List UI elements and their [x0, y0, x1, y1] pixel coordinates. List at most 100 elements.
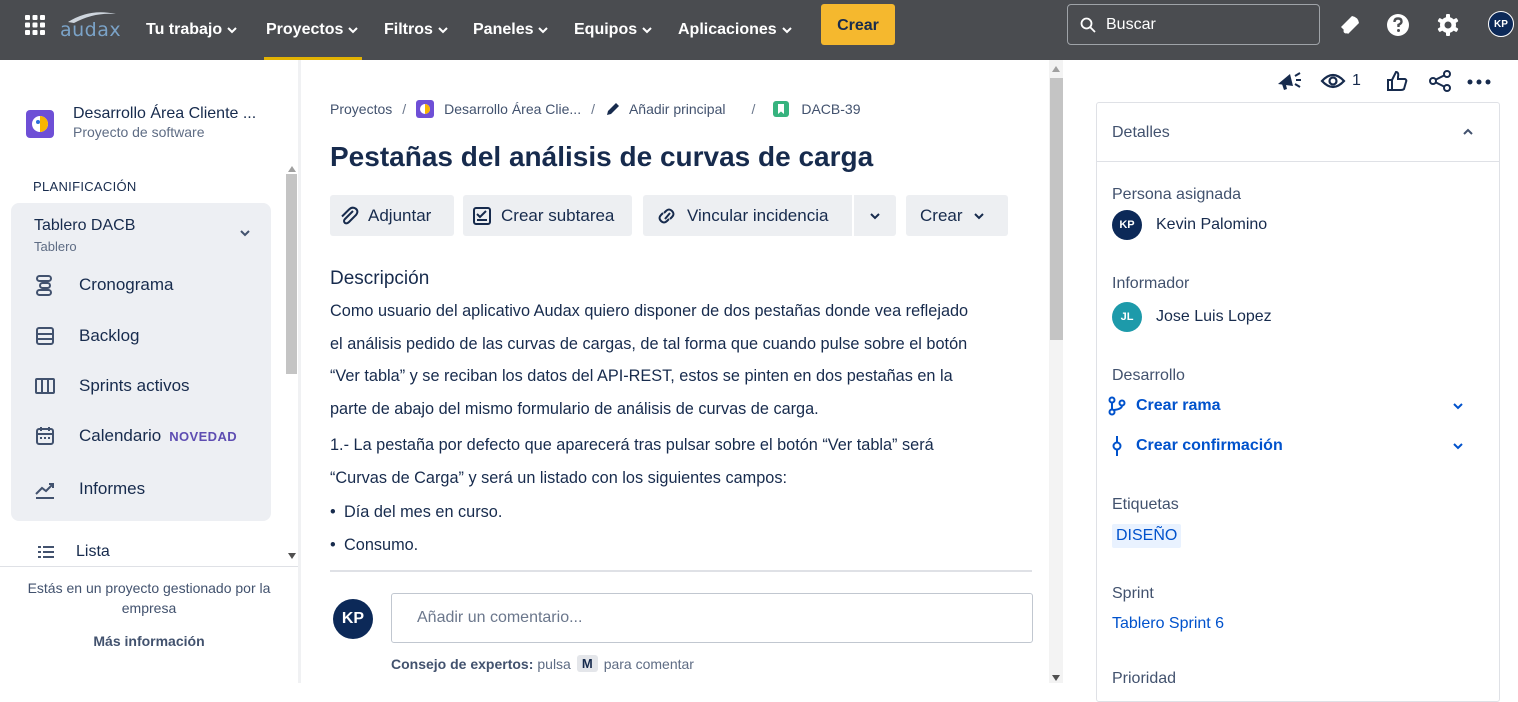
nav-equipos[interactable]: Equipos [574, 0, 652, 60]
create-commit-link[interactable]: Crear confirmación [1108, 434, 1283, 458]
subtask-label: Crear subtarea [501, 205, 615, 225]
top-navigation-bar: audax Tu trabajo Proyectos Filtros Panel… [0, 0, 1518, 60]
watch-button[interactable]: 1 [1320, 68, 1361, 94]
chevron-up-icon[interactable] [1462, 126, 1474, 138]
search-input[interactable]: Buscar [1067, 4, 1320, 45]
comment-input[interactable]: Añadir un comentario... [391, 593, 1033, 643]
nav-proyectos[interactable]: Proyectos [263, 0, 363, 60]
project-type: Proyecto de software [73, 124, 205, 140]
pencil-icon [606, 103, 619, 115]
sidebar-item-sprints[interactable]: Sprints activos [34, 371, 190, 401]
planning-section-heading: PLANIFICACIÓN [33, 179, 137, 194]
nav-paneles[interactable]: Paneles [473, 0, 549, 60]
sidebar-scrollbar-thumb[interactable] [286, 174, 297, 374]
sidebar-resize-handle[interactable] [298, 60, 301, 683]
create-subtask-button[interactable]: Crear subtarea [463, 195, 632, 236]
sprints-icon [35, 378, 55, 394]
chevron-down-icon [438, 27, 448, 34]
scroll-down-arrow-icon[interactable] [1052, 675, 1060, 681]
chevron-down-icon[interactable] [238, 226, 252, 240]
create-branch-link[interactable]: Crear rama [1108, 394, 1221, 418]
details-title: Detalles [1112, 124, 1170, 141]
search-placeholder: Buscar [1106, 15, 1156, 33]
sidebar-item-label: Lista [76, 543, 110, 560]
sidebar-item-backlog[interactable]: Backlog [34, 321, 139, 351]
vote-button[interactable] [1385, 68, 1409, 94]
assignee-field[interactable]: KP Kevin Palomino [1112, 210, 1267, 240]
description-paragraph: 1.- La pestaña por defecto que aparecerá… [330, 429, 1040, 494]
nav-label: Aplicaciones [678, 21, 777, 38]
story-icon [773, 101, 790, 117]
sidebar-item-lista[interactable]: Lista [38, 541, 110, 563]
sidebar-item-label: Informes [79, 479, 146, 498]
comment-divider [330, 570, 1032, 572]
nav-label: Equipos [574, 21, 638, 38]
pro-tip: Consejo de expertos: pulsa M para coment… [391, 655, 694, 672]
breadcrumb: Proyectos / Desarrollo Área Clie... / Añ… [330, 98, 861, 120]
description-paragraph: Como usuario del aplicativo Audax quiero… [330, 295, 1040, 425]
sidebar-item-cronograma[interactable]: Cronograma [34, 270, 174, 300]
help-icon[interactable] [1386, 13, 1410, 37]
description-line: 1.- La pestaña por defecto que aparecerá… [330, 436, 934, 454]
sidebar-item-label: Sprints activos [79, 376, 190, 395]
attach-button[interactable]: Adjuntar [330, 195, 454, 236]
calendar-icon [36, 427, 54, 445]
sidebar-item-calendario[interactable]: Calendario NOVEDAD [34, 421, 237, 451]
sprint-link[interactable]: Tablero Sprint 6 [1112, 615, 1224, 633]
description-line: “Curvas de Carga” y será un listado con … [330, 468, 787, 487]
create-branch-label: Crear rama [1136, 397, 1221, 414]
list-icon [38, 546, 54, 558]
main-scrollbar-thumb[interactable] [1050, 78, 1063, 340]
nav-filtros[interactable]: Filtros [384, 0, 448, 60]
search-icon [1080, 17, 1096, 33]
chevron-down-icon [227, 27, 237, 34]
link-issue-button[interactable]: Vincular incidencia [643, 195, 852, 236]
sidebar-item-informes[interactable]: Informes [34, 474, 145, 504]
app-switcher-icon[interactable] [24, 14, 46, 36]
add-parent-button[interactable]: Añadir principal [605, 101, 725, 117]
breadcrumb-project[interactable]: Desarrollo Área Clie... [416, 100, 581, 118]
link-icon [658, 208, 675, 223]
nav-label: Paneles [473, 21, 534, 38]
description-body[interactable]: Como usuario del aplicativo Audax quiero… [330, 295, 1040, 561]
create-button[interactable]: Crear [821, 4, 895, 45]
breadcrumb-projects[interactable]: Proyectos [330, 101, 392, 117]
reporter-field[interactable]: JL Jose Luis Lopez [1112, 302, 1272, 332]
scroll-up-arrow-icon[interactable] [288, 166, 296, 172]
create-label: Crear [920, 205, 963, 225]
chevron-down-icon[interactable] [1452, 400, 1464, 412]
eye-icon [1320, 73, 1346, 89]
sidebar-footer-divider [0, 566, 298, 567]
settings-gear-icon[interactable] [1436, 13, 1460, 37]
feedback-button[interactable] [1276, 68, 1302, 94]
scroll-down-arrow-icon[interactable] [288, 553, 296, 559]
label-tag[interactable]: DISEÑO [1112, 524, 1182, 548]
chevron-down-icon[interactable] [1452, 440, 1464, 452]
chevron-down-icon [870, 212, 880, 219]
create-dropdown-button[interactable]: Crear [906, 195, 1008, 236]
description-line: parte de abajo del mismo formulario de a… [330, 399, 819, 418]
nav-label: Filtros [384, 21, 433, 38]
watchers-count: 1 [1352, 72, 1361, 89]
share-icon [1429, 70, 1451, 92]
notifications-icon[interactable] [1338, 13, 1362, 37]
project-avatar-icon [26, 110, 54, 138]
user-avatar[interactable]: KP [1488, 11, 1514, 37]
managed-project-text: Estás en un proyecto gestionado por la e… [27, 580, 271, 616]
project-name[interactable]: Desarrollo Área Cliente ... [73, 105, 256, 123]
scroll-up-arrow-icon[interactable] [1052, 66, 1060, 72]
board-title[interactable]: Tablero DACB [34, 217, 135, 235]
development-label: Desarrollo [1112, 367, 1185, 384]
list-item: Día del mes en curso. [330, 496, 1040, 529]
issue-title[interactable]: Pestañas del análisis de curvas de carga [330, 141, 873, 173]
breadcrumb-issue[interactable]: DACB-39 [765, 101, 861, 117]
nav-aplicaciones[interactable]: Aplicaciones [678, 0, 792, 60]
more-actions-button[interactable] [1466, 68, 1492, 94]
breadcrumb-separator: / [402, 101, 407, 117]
nav-tu-trabajo[interactable]: Tu trabajo [146, 0, 237, 60]
reporter-name: Jose Luis Lopez [1156, 308, 1272, 325]
link-issue-dropdown[interactable] [854, 195, 896, 236]
timeline-icon [36, 275, 52, 296]
more-info-link[interactable]: Más información [0, 633, 298, 649]
share-button[interactable] [1428, 68, 1452, 94]
